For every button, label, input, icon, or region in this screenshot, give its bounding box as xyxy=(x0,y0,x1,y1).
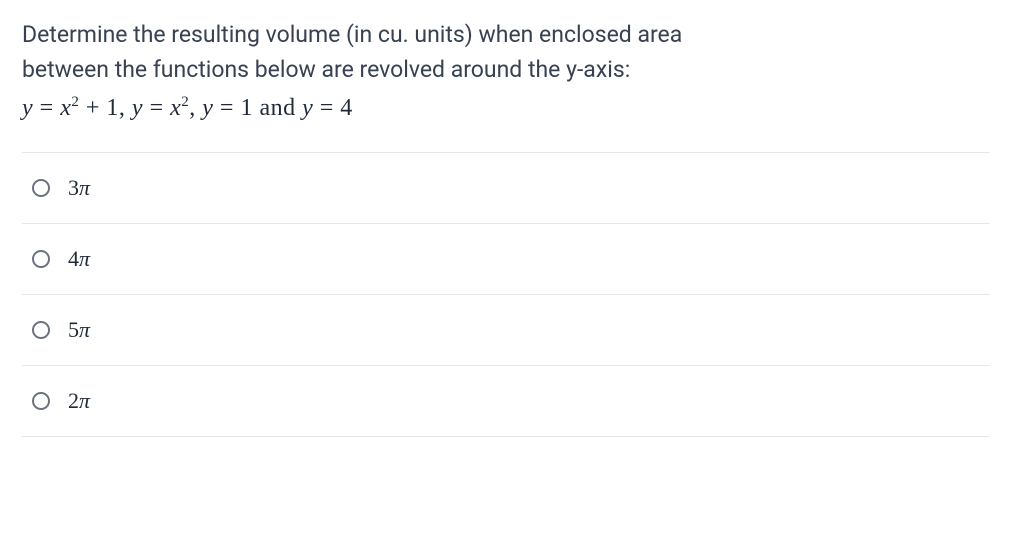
question-line-2: between the functions below are revolved… xyxy=(22,56,630,83)
question-prompt: Determine the resulting volume (in cu. u… xyxy=(22,18,990,87)
option-4[interactable]: 2π xyxy=(22,366,990,437)
option-label: 5π xyxy=(68,317,90,343)
option-label: 2π xyxy=(68,388,90,414)
radio-icon xyxy=(32,321,50,339)
radio-icon xyxy=(32,179,50,197)
option-1[interactable]: 3π xyxy=(22,153,990,224)
question-line-1: Determine the resulting volume (in cu. u… xyxy=(22,21,682,48)
radio-icon xyxy=(32,250,50,268)
option-3[interactable]: 5π xyxy=(22,295,990,366)
question-equations: y = x2 + 1, y = x2, y = 1 and y = 4 xyxy=(22,95,990,122)
option-2[interactable]: 4π xyxy=(22,224,990,295)
radio-icon xyxy=(32,392,50,410)
option-label: 3π xyxy=(68,175,90,201)
option-label: 4π xyxy=(68,246,90,272)
options-list: 3π 4π 5π 2π xyxy=(22,152,990,437)
